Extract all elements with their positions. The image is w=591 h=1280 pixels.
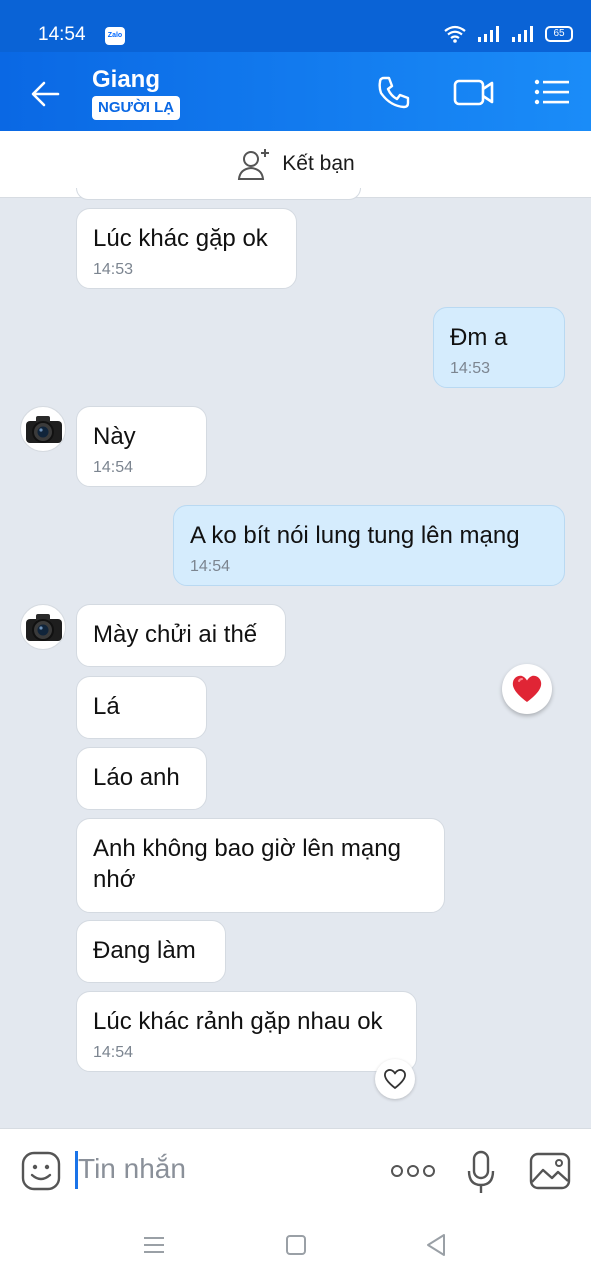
home-button[interactable] xyxy=(284,1233,308,1262)
heart-reaction[interactable] xyxy=(502,664,552,714)
image-button[interactable] xyxy=(528,1150,572,1192)
message-bubble[interactable]: A ko bít nói lung tung lên mạng 14:54 xyxy=(173,505,565,586)
system-back-button[interactable] xyxy=(424,1232,448,1263)
message-bubble[interactable]: Lúc khác gặp ok 14:53 xyxy=(76,208,297,289)
message-composer: Tin nhắn xyxy=(0,1128,591,1214)
message-text: Lá xyxy=(93,693,120,720)
zalo-notification-icon: Zalo xyxy=(105,27,125,45)
back-button[interactable] xyxy=(26,74,66,114)
contact-name[interactable]: Giang xyxy=(92,66,160,94)
chat-header: Giang NGƯỜI LẠ xyxy=(0,52,591,131)
system-nav-bar xyxy=(0,1214,591,1280)
square-icon xyxy=(286,1235,306,1255)
heart-icon xyxy=(512,675,542,702)
message-text: Láo anh xyxy=(93,764,180,791)
video-camera-icon xyxy=(453,79,494,106)
voice-button[interactable] xyxy=(466,1149,496,1195)
list-icon xyxy=(534,79,569,105)
previous-message-bubble[interactable] xyxy=(76,188,361,200)
sticker-button[interactable] xyxy=(20,1150,62,1192)
call-button[interactable] xyxy=(374,72,414,112)
message-time: 14:53 xyxy=(450,360,491,377)
more-dots-icon xyxy=(391,1165,435,1177)
message-text: Này xyxy=(93,423,136,450)
menu-lines-icon xyxy=(144,1237,164,1253)
message-bubble[interactable]: Này 14:54 xyxy=(76,406,207,487)
message-time: 14:53 xyxy=(93,261,134,278)
message-bubble[interactable]: Anh không bao giờ lên mạng nhớ xyxy=(76,818,445,913)
react-button[interactable] xyxy=(375,1059,415,1099)
status-time: 14:54 xyxy=(38,24,86,45)
message-bubble[interactable]: Mày chửi ai thế xyxy=(76,604,286,667)
status-bar: 14:54 Zalo 65 xyxy=(0,0,591,52)
user-plus-icon xyxy=(238,149,270,180)
phone-icon xyxy=(378,76,410,109)
stranger-badge: NGƯỜI LẠ xyxy=(92,96,181,120)
add-friend-label: Kết bạn xyxy=(282,152,355,175)
message-text: Đm a xyxy=(450,324,508,351)
message-text: Đang làm xyxy=(93,937,196,964)
message-time: 14:54 xyxy=(93,1044,134,1061)
message-time: 14:54 xyxy=(190,558,231,575)
message-bubble[interactable]: Lá xyxy=(76,676,207,739)
contact-avatar[interactable] xyxy=(20,604,66,650)
message-text: Lúc khác rảnh gặp nhau ok xyxy=(93,1008,383,1035)
message-text: Anh không bao giờ lên mạng nhớ xyxy=(93,835,401,893)
message-bubble[interactable]: Đm a 14:53 xyxy=(433,307,565,388)
message-time: 14:54 xyxy=(93,459,134,476)
message-text: Lúc khác gặp ok xyxy=(93,225,268,252)
recent-apps-button[interactable] xyxy=(142,1234,166,1261)
message-text: A ko bít nói lung tung lên mạng xyxy=(190,522,520,549)
video-call-button[interactable] xyxy=(452,72,494,112)
microphone-icon xyxy=(467,1150,495,1193)
camera-avatar-image xyxy=(26,416,62,443)
contact-avatar[interactable] xyxy=(20,406,66,452)
more-button[interactable] xyxy=(390,1159,436,1183)
image-icon xyxy=(529,1152,571,1190)
wifi-icon xyxy=(444,25,466,43)
heart-outline-icon xyxy=(384,1069,406,1089)
camera-avatar-image xyxy=(26,614,62,641)
message-input[interactable]: Tin nhắn xyxy=(78,1153,186,1185)
triangle-back-icon xyxy=(427,1234,445,1256)
menu-button[interactable] xyxy=(532,72,572,112)
message-bubble[interactable]: Lúc khác rảnh gặp nhau ok 14:54 xyxy=(76,991,417,1072)
battery-icon: 65 xyxy=(545,26,573,42)
message-bubble[interactable]: Láo anh xyxy=(76,747,207,810)
status-icons: 65 xyxy=(443,24,573,44)
message-text: Mày chửi ai thế xyxy=(93,621,258,648)
signal-icon xyxy=(478,26,499,42)
arrow-left-icon xyxy=(31,81,60,107)
message-bubble[interactable]: Đang làm xyxy=(76,920,226,983)
emoji-icon xyxy=(21,1151,61,1191)
signal-icon-2 xyxy=(512,26,533,42)
